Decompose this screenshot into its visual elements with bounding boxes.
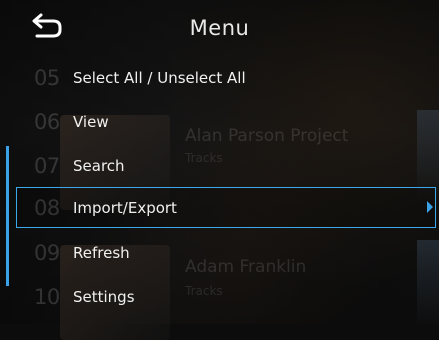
- menu-item-refresh[interactable]: 09 Refresh: [16, 232, 436, 273]
- menu-overlay: Menu 05 Select All / Unselect All 06 Vie…: [0, 0, 439, 324]
- menu-item-number: 07: [34, 153, 60, 178]
- menu-header: Menu: [0, 0, 439, 58]
- menu-item-label: Import/Export: [73, 198, 177, 217]
- menu-item-label: Settings: [73, 287, 135, 306]
- menu-item-number: 09: [34, 240, 60, 265]
- menu-item-label: Search: [73, 156, 125, 175]
- scrollbar-thumb[interactable]: [6, 146, 9, 286]
- menu-item-number: 08: [34, 195, 60, 220]
- menu-item-label: Refresh: [73, 243, 130, 262]
- menu-item-label: View: [73, 112, 109, 131]
- menu-item-label: Select All / Unselect All: [73, 68, 246, 87]
- menu-item-number: 06: [34, 109, 60, 134]
- scrollbar[interactable]: [6, 146, 9, 286]
- menu-item-settings[interactable]: 10 Settings: [16, 276, 436, 317]
- menu-item-import-export[interactable]: 08 Import/Export: [16, 187, 436, 228]
- menu-item-number: 05: [34, 65, 60, 90]
- menu-item-number: 10: [34, 284, 60, 309]
- submenu-arrow-icon: [427, 201, 433, 213]
- menu-item-select-all[interactable]: 05 Select All / Unselect All: [16, 57, 436, 98]
- menu-item-view[interactable]: 06 View: [16, 101, 436, 142]
- menu-item-search[interactable]: 07 Search: [16, 145, 436, 186]
- page-title: Menu: [189, 16, 250, 40]
